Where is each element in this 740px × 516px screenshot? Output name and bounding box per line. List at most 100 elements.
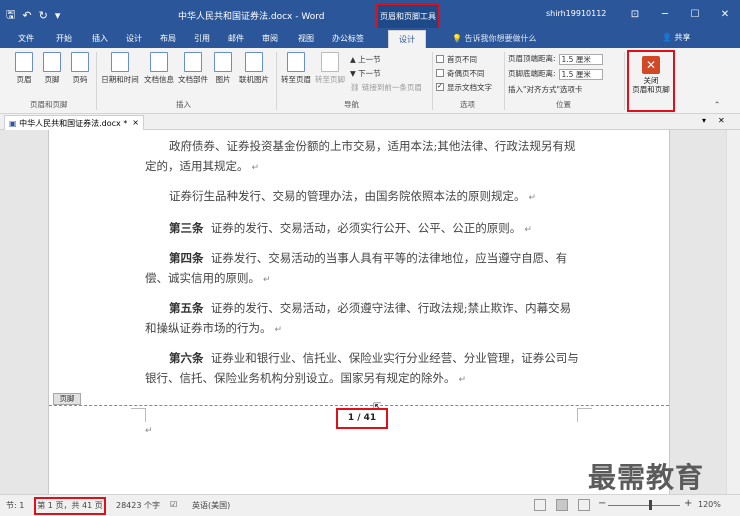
previous-section-button[interactable]: ▲ 上一节 <box>350 54 381 65</box>
restore-icon[interactable]: ☐ <box>680 0 710 28</box>
next-section-button[interactable]: ▼ 下一节 <box>350 68 381 79</box>
window-title: 中华人民共和国证券法.docx - Word <box>178 12 325 22</box>
tab-home[interactable]: 开始 <box>56 33 72 44</box>
page-number-field[interactable]: 1 / 41 <box>336 408 388 429</box>
group-label-options: 选项 <box>460 100 475 109</box>
paragraph[interactable]: 第六条 证券业和银行业、信托业、保险业实行分业经营、分业管理，证券公司与银行、信… <box>145 348 581 390</box>
zoom-in-button[interactable]: + <box>684 498 692 509</box>
tab-office-tab[interactable]: 办公标签 <box>332 33 364 44</box>
tell-me-box[interactable]: 💡 告诉我你想要做什么 <box>452 33 537 44</box>
word-count[interactable]: 28423 个字 <box>116 500 160 511</box>
header-button[interactable]: 页眉 <box>12 52 36 85</box>
print-layout-icon[interactable] <box>556 499 568 511</box>
collapse-ribbon-icon[interactable]: ⌃ <box>714 100 720 109</box>
save-icon[interactable]: 🖫 <box>6 6 15 25</box>
zoom-level[interactable]: 120% <box>698 500 721 509</box>
show-document-text-checkbox[interactable]: 显示文档文字 <box>436 82 492 93</box>
window-controls: ⊡ ─ ☐ ✕ <box>620 0 740 28</box>
tab-review[interactable]: 审阅 <box>262 33 278 44</box>
share-button[interactable]: 👤 共享 <box>662 32 691 43</box>
divider <box>96 52 97 110</box>
close-tab-icon[interactable]: × <box>132 118 139 127</box>
read-mode-icon[interactable] <box>534 499 546 511</box>
zoom-out-button[interactable]: − <box>598 498 606 509</box>
tab-list-icon[interactable]: ▾ <box>702 116 706 125</box>
picture-button[interactable]: 图片 <box>212 52 234 85</box>
paragraph[interactable]: 证券衍生品种发行、交易的管理办法，由国务院依照本法的原则规定。 ↵ <box>145 186 581 208</box>
group-label-navigation: 导航 <box>344 100 359 109</box>
doc-info-button[interactable]: 文档信息 <box>142 52 176 85</box>
divider <box>504 52 505 110</box>
paragraph[interactable]: 第四条 证券发行、交易活动的当事人具有平等的法律地位，应当遵守自愿、有偿、诚实信… <box>145 248 581 290</box>
margin-mark <box>131 408 145 409</box>
title-bar: 🖫 ↶ ↻ ▾ 中华人民共和国证券法.docx - Word 页眉和页脚工具 s… <box>0 0 740 49</box>
different-first-page-checkbox[interactable]: 首页不同 <box>436 54 477 65</box>
minimize-icon[interactable]: ─ <box>650 0 680 28</box>
online-picture-button[interactable]: 联机图片 <box>236 52 272 85</box>
date-time-button[interactable]: 日期和时间 <box>100 52 140 85</box>
page-number-button[interactable]: 页码 <box>68 52 92 85</box>
footer-label: 页脚 <box>53 393 81 405</box>
tab-view[interactable]: 视图 <box>298 33 314 44</box>
different-odd-even-checkbox[interactable]: 奇偶页不同 <box>436 68 485 79</box>
redo-icon[interactable]: ↻ <box>39 9 48 22</box>
vertical-scrollbar[interactable] <box>726 130 740 494</box>
quick-parts-icon <box>184 52 202 72</box>
paragraph[interactable]: 政府债券、证券投资基金份额的上市交易，适用本法;其他法律、行政法规另有规定的，适… <box>145 136 581 178</box>
quick-access-toolbar: 🖫 ↶ ↻ ▾ <box>6 6 60 25</box>
tab-mailings[interactable]: 邮件 <box>228 33 244 44</box>
footer-boundary <box>49 405 669 406</box>
divider <box>276 52 277 110</box>
paragraph-mark: ↵ <box>145 426 153 436</box>
language-indicator[interactable]: 英语(美国) <box>192 500 230 511</box>
checkbox-checked <box>436 83 444 91</box>
paragraph[interactable]: 第三条 证券的发行、交易活动，必须实行公开、公平、公正的原则。 ↵ <box>145 218 581 240</box>
zoom-slider-thumb[interactable] <box>649 500 652 510</box>
goto-footer-button[interactable]: 转至页脚 <box>314 52 346 85</box>
section-indicator[interactable]: 节: 1 <box>6 500 24 511</box>
divider <box>624 52 625 110</box>
ribbon-display-icon[interactable]: ⊡ <box>620 0 650 28</box>
tab-insert[interactable]: 插入 <box>92 33 108 44</box>
lightbulb-icon: 💡 <box>452 34 462 43</box>
footer-button[interactable]: 页脚 <box>40 52 64 85</box>
header-distance-input[interactable]: 1.5 厘米 <box>558 53 603 65</box>
close-doc-icon[interactable]: ✕ <box>718 116 725 125</box>
insert-alignment-tab-button[interactable]: 插入"对齐方式"选项卡 <box>508 84 582 95</box>
quick-parts-button[interactable]: 文档部件 <box>176 52 210 85</box>
group-label-position: 位置 <box>556 100 571 109</box>
checkbox <box>436 55 444 63</box>
undo-icon[interactable]: ↶ <box>22 9 31 22</box>
document-tab-strip: ▣ 中华人民共和国证券法.docx * × ▾ ✕ <box>0 114 740 130</box>
group-label-header-footer: 页眉和页脚 <box>30 100 68 109</box>
context-tool-label: 页眉和页脚工具 <box>380 12 436 21</box>
tab-design-doc[interactable]: 设计 <box>126 33 142 44</box>
paragraph[interactable]: 第五条 证券的发行、交易活动，必须遵守法律、行政法规;禁止欺诈、内幕交易和操纵证… <box>145 298 581 340</box>
proofing-icon[interactable]: ☑ <box>170 500 177 509</box>
page-number-icon <box>71 52 89 72</box>
picture-icon <box>214 52 232 72</box>
customize-icon[interactable]: ▾ <box>55 9 61 22</box>
zoom-slider[interactable] <box>608 505 680 506</box>
header-icon <box>15 52 33 72</box>
document-page: 政府债券、证券投资基金份额的上市交易，适用本法;其他法律、行政法规另有规定的，适… <box>48 130 670 494</box>
close-x-icon: ✕ <box>642 56 660 74</box>
group-label-insert: 插入 <box>176 100 191 109</box>
goto-footer-icon <box>321 52 339 72</box>
footer-distance-input[interactable]: 1.5 厘米 <box>558 68 603 80</box>
goto-header-button[interactable]: 转至页眉 <box>280 52 312 85</box>
tab-references[interactable]: 引用 <box>194 33 210 44</box>
link-to-previous-button[interactable]: ⛓ 链接到前一条页眉 <box>350 82 422 93</box>
tab-design-active[interactable]: 设计 <box>388 30 426 48</box>
close-header-footer-button[interactable]: ✕ 关闭 页眉和页脚 <box>627 50 675 112</box>
close-icon[interactable]: ✕ <box>710 0 740 28</box>
ribbon-tabs: 文件 开始 插入 设计 布局 引用 邮件 审阅 视图 办公标签 设计 💡 告诉我… <box>0 28 740 48</box>
tab-file[interactable]: 文件 <box>18 33 34 44</box>
status-bar: 节: 1 第 1 页，共 41 页 28423 个字 ☑ 英语(美国) − + … <box>0 494 740 516</box>
tab-layout[interactable]: 布局 <box>160 33 176 44</box>
page-indicator[interactable]: 第 1 页，共 41 页 <box>34 497 106 515</box>
web-layout-icon[interactable] <box>578 499 590 511</box>
user-name[interactable]: shirh19910112 <box>546 9 606 18</box>
document-tab[interactable]: ▣ 中华人民共和国证券法.docx * × <box>4 115 144 130</box>
word-doc-icon: ▣ <box>9 119 17 128</box>
